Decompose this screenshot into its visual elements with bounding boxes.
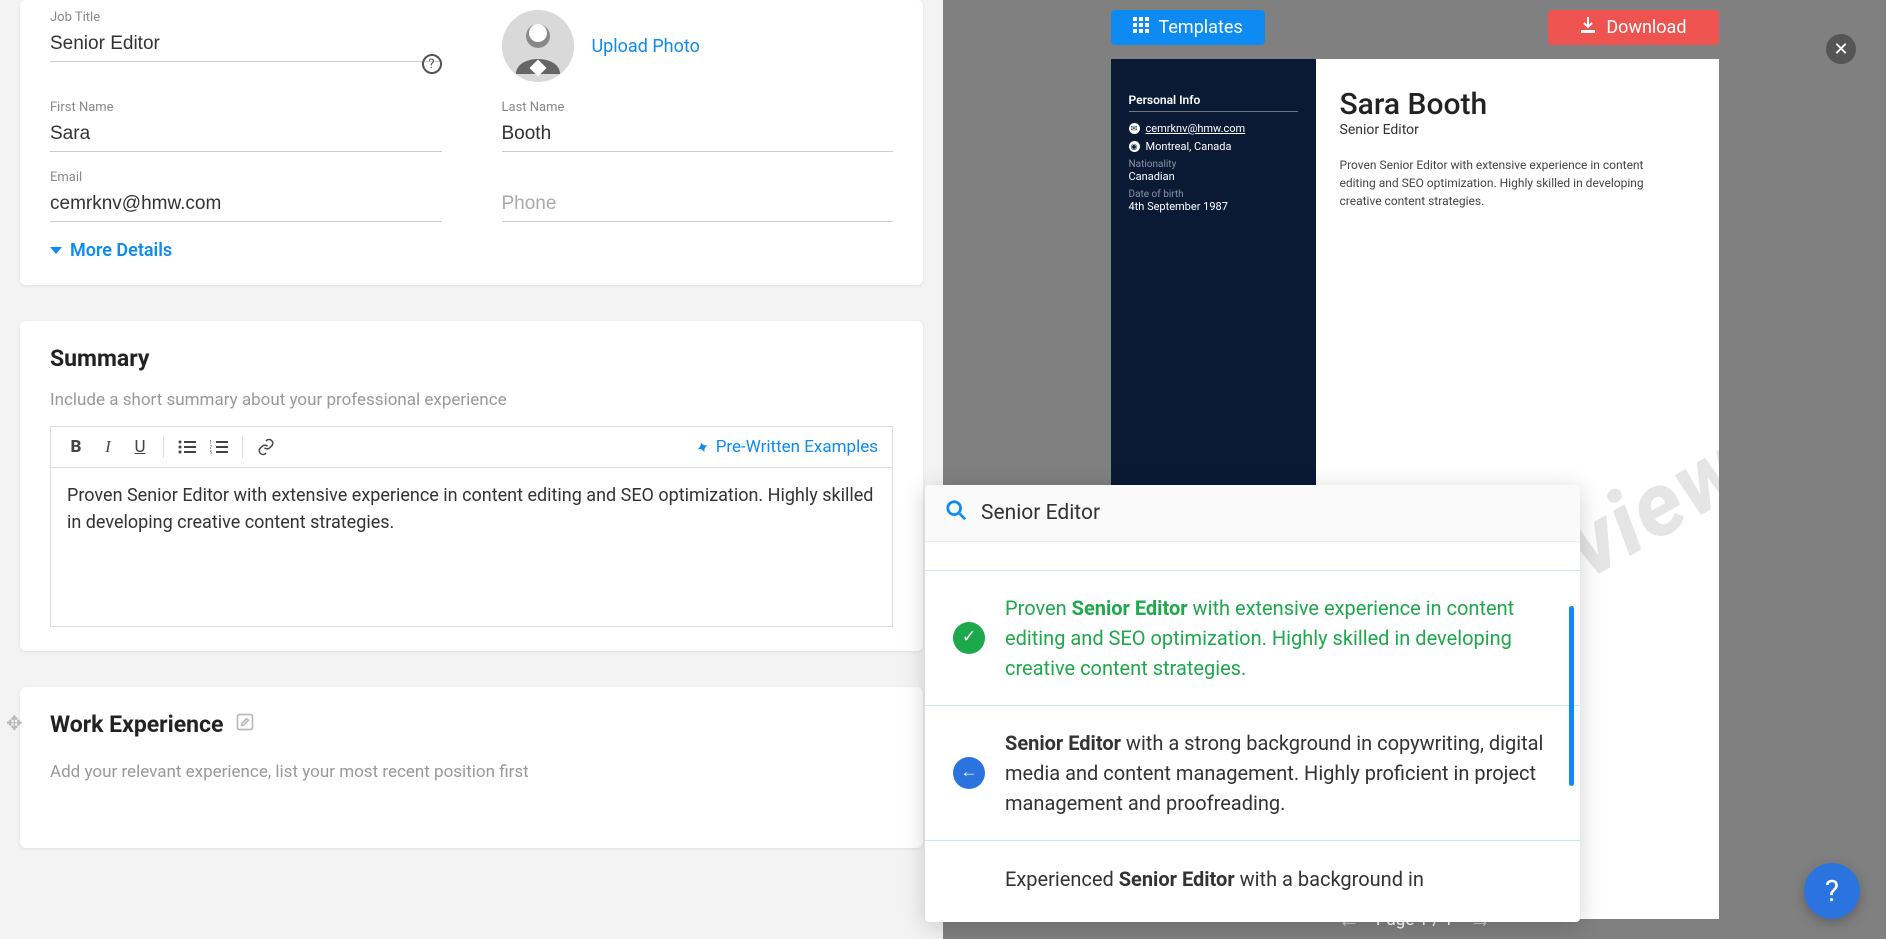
last-name-input[interactable] (502, 117, 894, 152)
nationality-value: Canadian (1129, 170, 1298, 183)
upload-photo-link[interactable]: Upload Photo (592, 36, 700, 57)
email-label: Email (50, 170, 442, 185)
resume-location-row: ◉ Montreal, Canada (1129, 140, 1298, 153)
resume-summary: Proven Senior Editor with extensive expe… (1340, 156, 1680, 210)
close-button[interactable]: ✕ (1826, 34, 1856, 64)
link-button[interactable] (251, 433, 281, 461)
suggestions-search-text[interactable]: Senior Editor (981, 501, 1100, 525)
more-details-toggle[interactable]: More Details (50, 240, 893, 261)
first-name-label: First Name (50, 100, 442, 115)
pin-icon: ◉ (1129, 141, 1140, 152)
check-icon: ✓ (953, 622, 985, 654)
download-button[interactable]: Download (1548, 10, 1718, 45)
last-name-label: Last Name (502, 100, 894, 115)
resume-email-row: ✉ cemrknv@hmw.com (1129, 122, 1298, 135)
suggestion-item-partial (925, 542, 1580, 570)
dob-value: 4th September 1987 (1129, 200, 1298, 213)
help-icon[interactable]: ? (422, 54, 442, 74)
drag-handle-icon[interactable]: ✥ (6, 711, 23, 735)
job-title-label: Job Title (50, 10, 442, 25)
summary-card: Summary Include a short summary about yo… (20, 321, 923, 651)
dob-label: Date of birth (1129, 189, 1298, 200)
resume-title: Senior Editor (1340, 122, 1695, 138)
bullet-list-button[interactable] (172, 433, 202, 461)
download-icon (1580, 17, 1596, 38)
first-name-input[interactable] (50, 117, 442, 152)
suggestions-panel: Senior Editor ✓ Proven Senior Editor wit… (925, 485, 1580, 922)
grid-icon (1133, 17, 1149, 38)
resume-name: Sara Booth (1340, 87, 1695, 122)
summary-heading: Summary (50, 345, 893, 372)
underline-button[interactable]: U (125, 433, 155, 461)
editor-toolbar: B I U 123 ✦ Pre-Written Examples (50, 426, 893, 467)
wand-icon: ✦ (693, 436, 712, 458)
suggestions-scrollbar[interactable] (1569, 606, 1574, 786)
search-icon (945, 499, 967, 527)
avatar-placeholder (502, 10, 574, 82)
phone-input[interactable] (502, 187, 894, 222)
job-title-input[interactable] (50, 27, 442, 62)
summary-editor[interactable]: Proven Senior Editor with extensive expe… (50, 467, 893, 627)
bold-button[interactable]: B (61, 433, 91, 461)
personal-info-heading: Personal Info (1129, 93, 1298, 112)
summary-subtext: Include a short summary about your profe… (50, 390, 893, 410)
edit-section-icon[interactable] (235, 712, 255, 737)
suggestion-item[interactable]: ← Experienced Senior Editor with a backg… (925, 840, 1580, 917)
templates-button[interactable]: Templates (1111, 10, 1265, 45)
svg-text:3: 3 (210, 450, 212, 454)
email-input[interactable] (50, 187, 442, 222)
envelope-icon: ✉ (1129, 123, 1140, 134)
suggestion-item[interactable]: ← Senior Editor with a strong background… (925, 705, 1580, 840)
work-heading: Work Experience (50, 711, 223, 738)
work-subtext: Add your relevant experience, list your … (50, 762, 893, 782)
work-experience-card: ✥ Work Experience Add your relevant expe… (20, 687, 923, 848)
insert-icon: ← (953, 757, 985, 789)
suggestion-item-selected[interactable]: ✓ Proven Senior Editor with extensive ex… (925, 570, 1580, 705)
italic-button[interactable]: I (93, 433, 123, 461)
nationality-label: Nationality (1129, 159, 1298, 170)
personal-details-card: Job Title ? Upload Photo First Name (20, 0, 923, 285)
pre-written-examples-button[interactable]: ✦ Pre-Written Examples (696, 437, 882, 457)
help-float-button[interactable]: ? (1804, 863, 1860, 919)
chevron-down-icon (50, 247, 62, 254)
numbered-list-button[interactable]: 123 (204, 433, 234, 461)
